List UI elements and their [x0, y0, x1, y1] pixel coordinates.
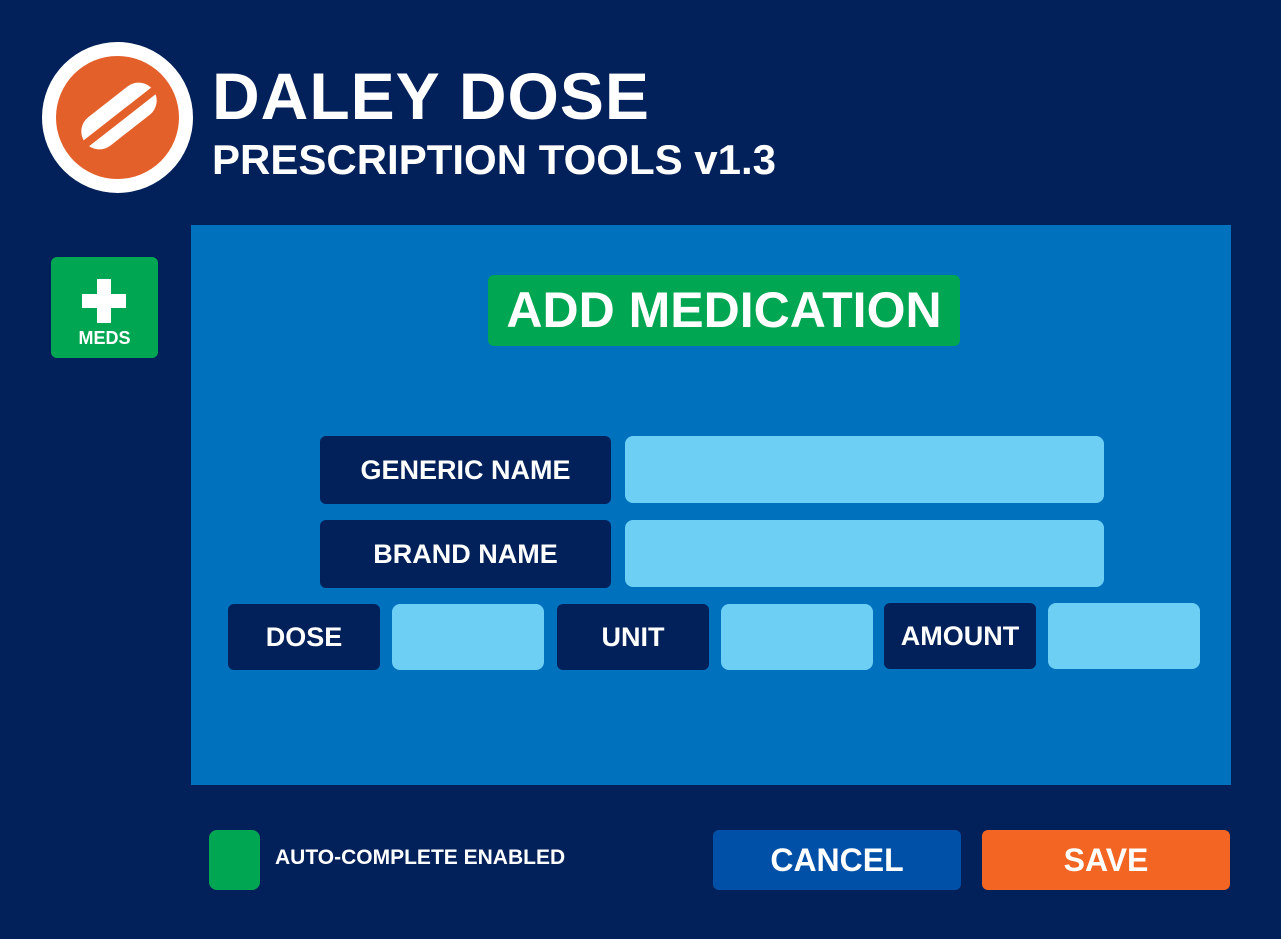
- amount-input[interactable]: [1048, 603, 1200, 669]
- meds-button-label: MEDS: [78, 328, 131, 348]
- panel-title: ADD MEDICATION: [488, 275, 960, 346]
- unit-label: UNIT: [557, 604, 709, 670]
- cancel-button[interactable]: CANCEL: [713, 830, 961, 890]
- brand-name-input[interactable]: [625, 520, 1104, 587]
- brand-name-label: BRAND NAME: [320, 520, 611, 588]
- dose-label: DOSE: [228, 604, 380, 670]
- unit-input[interactable]: [721, 604, 873, 670]
- app-title: DALEY DOSE: [212, 59, 650, 133]
- autocomplete-toggle[interactable]: [209, 830, 260, 890]
- generic-name-label: GENERIC NAME: [320, 436, 611, 504]
- pill-icon: [56, 56, 179, 179]
- amount-label: AMOUNT: [884, 603, 1036, 669]
- add-medication-panel: ADD MEDICATION GENERIC NAME BRAND NAME D…: [191, 225, 1231, 785]
- generic-name-input[interactable]: [625, 436, 1104, 503]
- add-meds-button[interactable]: MEDS: [51, 257, 158, 358]
- autocomplete-label: AUTO-COMPLETE ENABLED: [275, 846, 566, 869]
- app-subtitle: PRESCRIPTION TOOLS v1.3: [212, 136, 777, 183]
- app-logo: [42, 42, 193, 193]
- save-button[interactable]: SAVE: [982, 830, 1230, 890]
- dose-input[interactable]: [392, 604, 544, 670]
